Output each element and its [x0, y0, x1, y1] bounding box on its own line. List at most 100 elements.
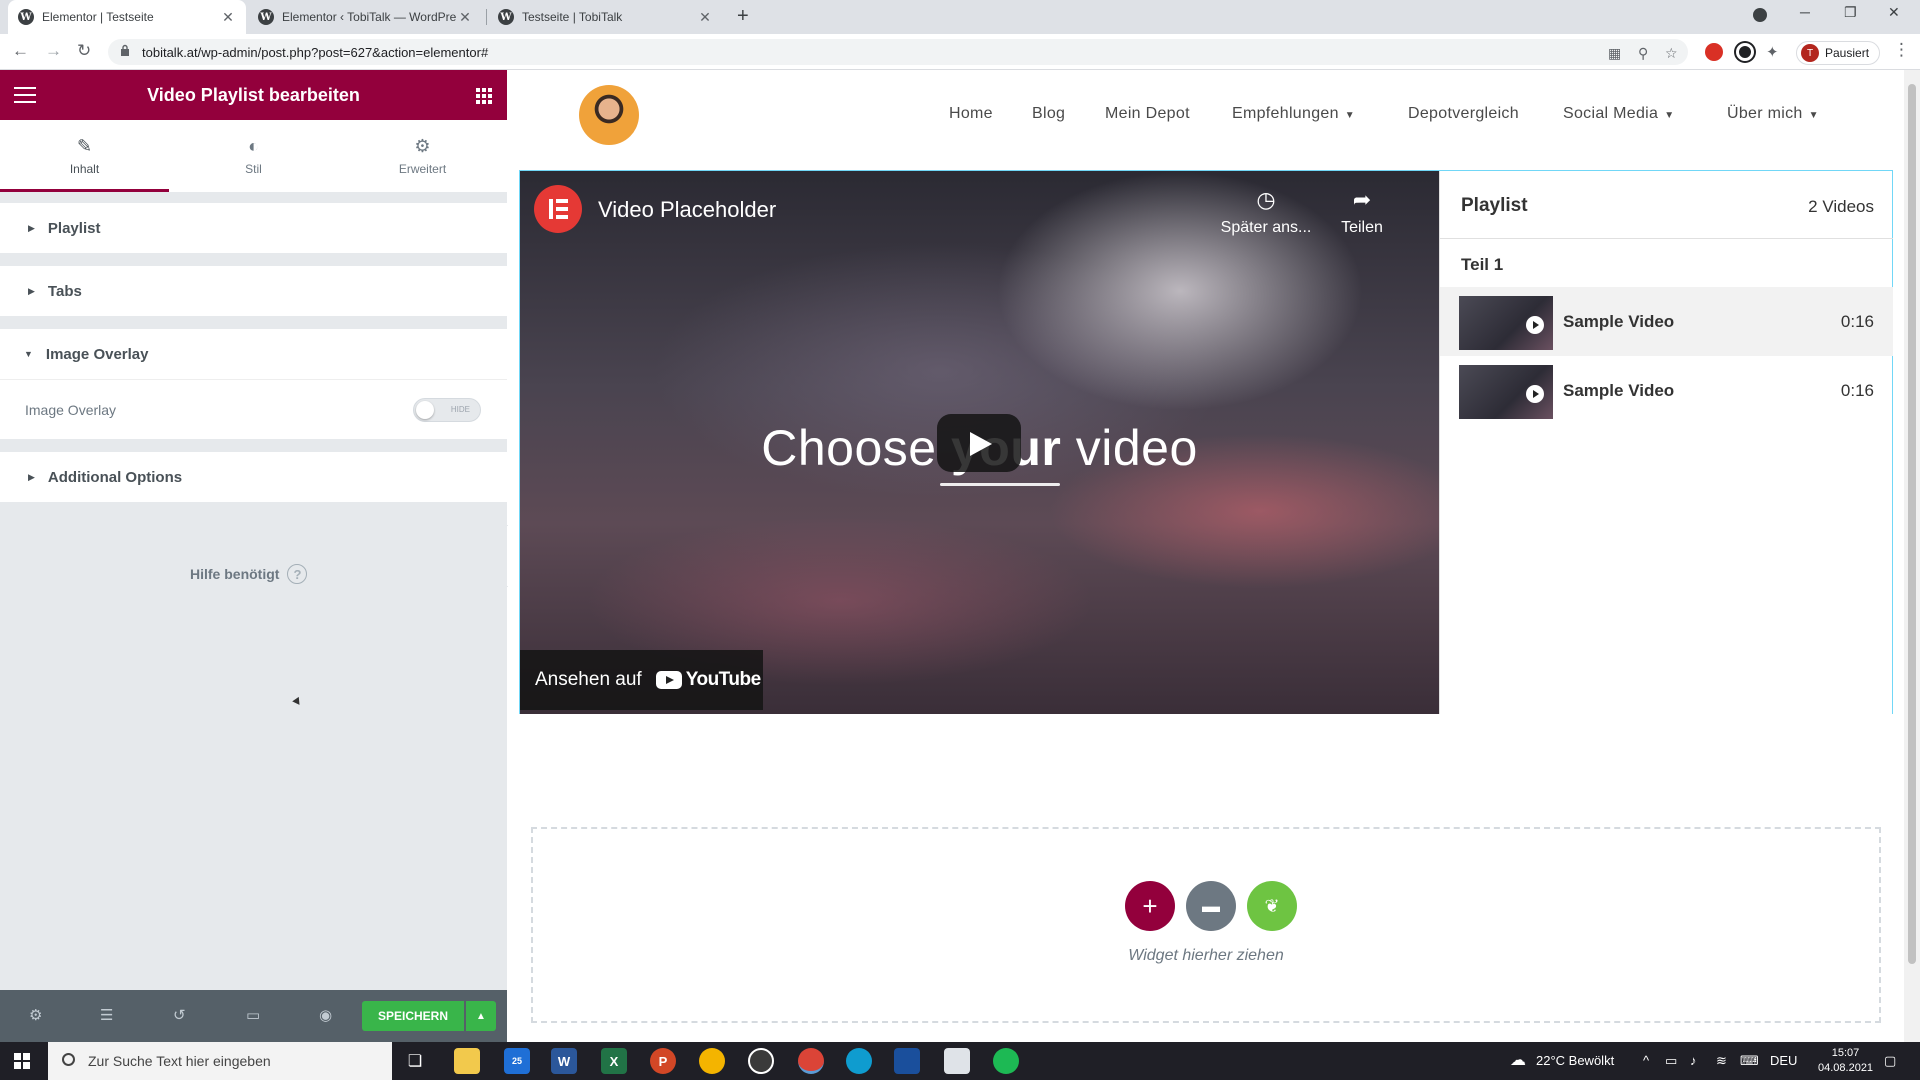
- playlist-item[interactable]: Sample Video 0:16: [1440, 356, 1893, 425]
- tab-stil[interactable]: ◐ Stil: [169, 120, 338, 192]
- close-icon[interactable]: ✕: [697, 9, 713, 26]
- clock[interactable]: 15:07 04.08.2021: [1818, 1046, 1873, 1076]
- tab-search-icon[interactable]: [1753, 8, 1767, 22]
- section-header[interactable]: ▼ Image Overlay: [0, 329, 507, 379]
- windows-start-icon[interactable]: [14, 1053, 30, 1069]
- nav-item-mein-depot[interactable]: Mein Depot: [1105, 105, 1190, 123]
- back-icon[interactable]: ←: [12, 41, 29, 61]
- scrollbar-thumb[interactable]: [1908, 84, 1916, 964]
- section-header[interactable]: ▶ Additional Options: [0, 452, 507, 502]
- obs-icon[interactable]: [748, 1048, 774, 1074]
- reload-icon[interactable]: ↻: [77, 41, 91, 61]
- watch-later-button[interactable]: ◷ Später ans...: [1211, 187, 1321, 237]
- navigator-layers-icon[interactable]: ☰: [100, 1006, 113, 1024]
- widgets-grid-icon[interactable]: [476, 88, 492, 104]
- section-header[interactable]: ▶ Playlist: [0, 203, 507, 253]
- nav-item-home[interactable]: Home: [949, 105, 993, 123]
- extension-icon[interactable]: [1705, 43, 1723, 61]
- image-overlay-toggle[interactable]: HIDE: [413, 398, 481, 422]
- tab-label: Erweitert: [398, 162, 447, 176]
- spotify-icon[interactable]: [993, 1048, 1019, 1074]
- tab-erweitert[interactable]: ⚙ Erweitert: [338, 120, 507, 192]
- close-icon[interactable]: ✕: [457, 9, 473, 26]
- chrome-icon[interactable]: [798, 1048, 824, 1074]
- nav-item-social-media[interactable]: Social Media ▼: [1563, 105, 1674, 123]
- cloud-icon: ☁: [1510, 1052, 1526, 1069]
- preview-scrollbar[interactable]: [1904, 70, 1920, 1042]
- section-playlist[interactable]: ▶ Playlist: [0, 203, 507, 253]
- section-title: Playlist: [47, 219, 101, 237]
- nav-item-empfehlungen[interactable]: Empfehlungen ▼: [1232, 105, 1355, 123]
- new-tab-icon[interactable]: +: [737, 5, 749, 28]
- play-button[interactable]: [937, 414, 1021, 472]
- file-explorer-icon[interactable]: [454, 1048, 480, 1074]
- nav-item-ueber-mich[interactable]: Über mich ▼: [1727, 105, 1819, 123]
- notifications-icon[interactable]: ▢: [1884, 1053, 1896, 1069]
- weather-text[interactable]: 22°C Bewölkt: [1536, 1053, 1614, 1068]
- excel-icon[interactable]: X: [601, 1048, 627, 1074]
- forward-icon[interactable]: →: [45, 41, 62, 61]
- overlay-underline: [940, 483, 1060, 486]
- caret-right-icon: ▶: [28, 471, 35, 482]
- nav-item-blog[interactable]: Blog: [1032, 105, 1065, 123]
- edge-icon[interactable]: [846, 1048, 872, 1074]
- window-close-icon[interactable]: ✕: [1888, 4, 1900, 21]
- watch-on-youtube-button[interactable]: Ansehen auf YouTube: [520, 650, 763, 710]
- app-icon[interactable]: [894, 1048, 920, 1074]
- video-playlist-widget[interactable]: Video Placeholder ◷ Später ans... ➦ Teil…: [519, 170, 1893, 714]
- play-icon: [970, 432, 992, 456]
- site-logo[interactable]: [579, 85, 639, 145]
- language-indicator[interactable]: DEU: [1770, 1053, 1797, 1068]
- preview-eye-icon[interactable]: ◉: [319, 1006, 332, 1024]
- nav-item-depotvergleich[interactable]: Depotvergleich: [1408, 105, 1519, 123]
- restore-icon[interactable]: ❐: [1844, 4, 1857, 21]
- keyboard-icon[interactable]: ⌨: [1740, 1053, 1759, 1069]
- grammarly-icon[interactable]: [1736, 43, 1754, 61]
- panel-title: Video Playlist bearbeiten: [147, 85, 360, 105]
- bookmark-star-icon[interactable]: ☆: [1665, 45, 1678, 62]
- share-button[interactable]: ➦ Teilen: [1307, 187, 1417, 237]
- section-header[interactable]: ▶ Tabs: [0, 266, 507, 316]
- save-options-caret-icon[interactable]: ▲: [466, 1001, 496, 1031]
- zoom-icon[interactable]: ⚲: [1638, 45, 1648, 62]
- powerpoint-icon[interactable]: P: [650, 1048, 676, 1074]
- puzzle-icon[interactable]: ✦: [1766, 43, 1784, 61]
- task-view-icon[interactable]: ❏: [402, 1048, 428, 1074]
- word-icon[interactable]: W: [551, 1048, 577, 1074]
- add-section-dropzone[interactable]: + ▬ ❦ Widget hierher ziehen: [531, 827, 1881, 1023]
- video-player[interactable]: Video Placeholder ◷ Später ans... ➦ Teil…: [520, 171, 1439, 714]
- close-icon[interactable]: ✕: [220, 9, 236, 26]
- video-title[interactable]: Video Placeholder: [598, 197, 776, 223]
- save-button[interactable]: SPEICHERN: [362, 1001, 464, 1031]
- tray-chevron-icon[interactable]: ^: [1643, 1053, 1649, 1068]
- kit-leaf-icon[interactable]: ❦: [1247, 881, 1297, 931]
- tab-inhalt[interactable]: ✎ Inhalt: [0, 120, 169, 192]
- playlist-item[interactable]: Sample Video 0:16: [1440, 287, 1893, 356]
- section-tabs[interactable]: ▶ Tabs: [0, 266, 507, 316]
- play-circle-icon: [1526, 385, 1544, 403]
- wifi-icon[interactable]: ≋: [1716, 1053, 1727, 1069]
- clock-time: 15:07: [1831, 1047, 1860, 1059]
- add-template-folder-icon[interactable]: ▬: [1186, 881, 1236, 931]
- notepad-icon[interactable]: [944, 1048, 970, 1074]
- menu-dots-icon[interactable]: ⋮: [1893, 40, 1910, 60]
- minimize-icon[interactable]: ─: [1800, 4, 1810, 20]
- speaker-icon[interactable]: ♪: [1690, 1053, 1697, 1068]
- settings-gear-icon[interactable]: ⚙: [29, 1006, 42, 1024]
- browser-tab-elementor-tobitalk[interactable]: W Elementor ‹ TobiTalk — WordPre ✕: [248, 0, 483, 34]
- responsive-mode-icon[interactable]: ▭: [246, 1006, 260, 1024]
- browser-tab-testseite-tobitalk[interactable]: W Testseite | TobiTalk ✕: [488, 0, 723, 34]
- taskbar-search-field[interactable]: Zur Suche Text hier eingeben: [48, 1042, 392, 1080]
- mail-icon[interactable]: 25: [504, 1048, 530, 1074]
- profile-button[interactable]: T Pausiert: [1796, 41, 1881, 65]
- history-icon[interactable]: ↺: [173, 1006, 186, 1024]
- add-section-button[interactable]: +: [1125, 881, 1175, 931]
- network-icon[interactable]: ▭: [1665, 1053, 1677, 1069]
- section-additional-options[interactable]: ▶ Additional Options: [0, 452, 507, 502]
- url-field[interactable]: tobitalk.at/wp-admin/post.php?post=627&a…: [108, 39, 1688, 65]
- tab-label: Inhalt: [69, 162, 100, 176]
- help-link[interactable]: Hilfe benötigt ?: [190, 564, 308, 584]
- firefox-icon[interactable]: [699, 1048, 725, 1074]
- browser-tab-elementor-testseite[interactable]: W Elementor | Testseite ✕: [8, 0, 246, 34]
- qr-code-icon[interactable]: ▦: [1608, 45, 1621, 62]
